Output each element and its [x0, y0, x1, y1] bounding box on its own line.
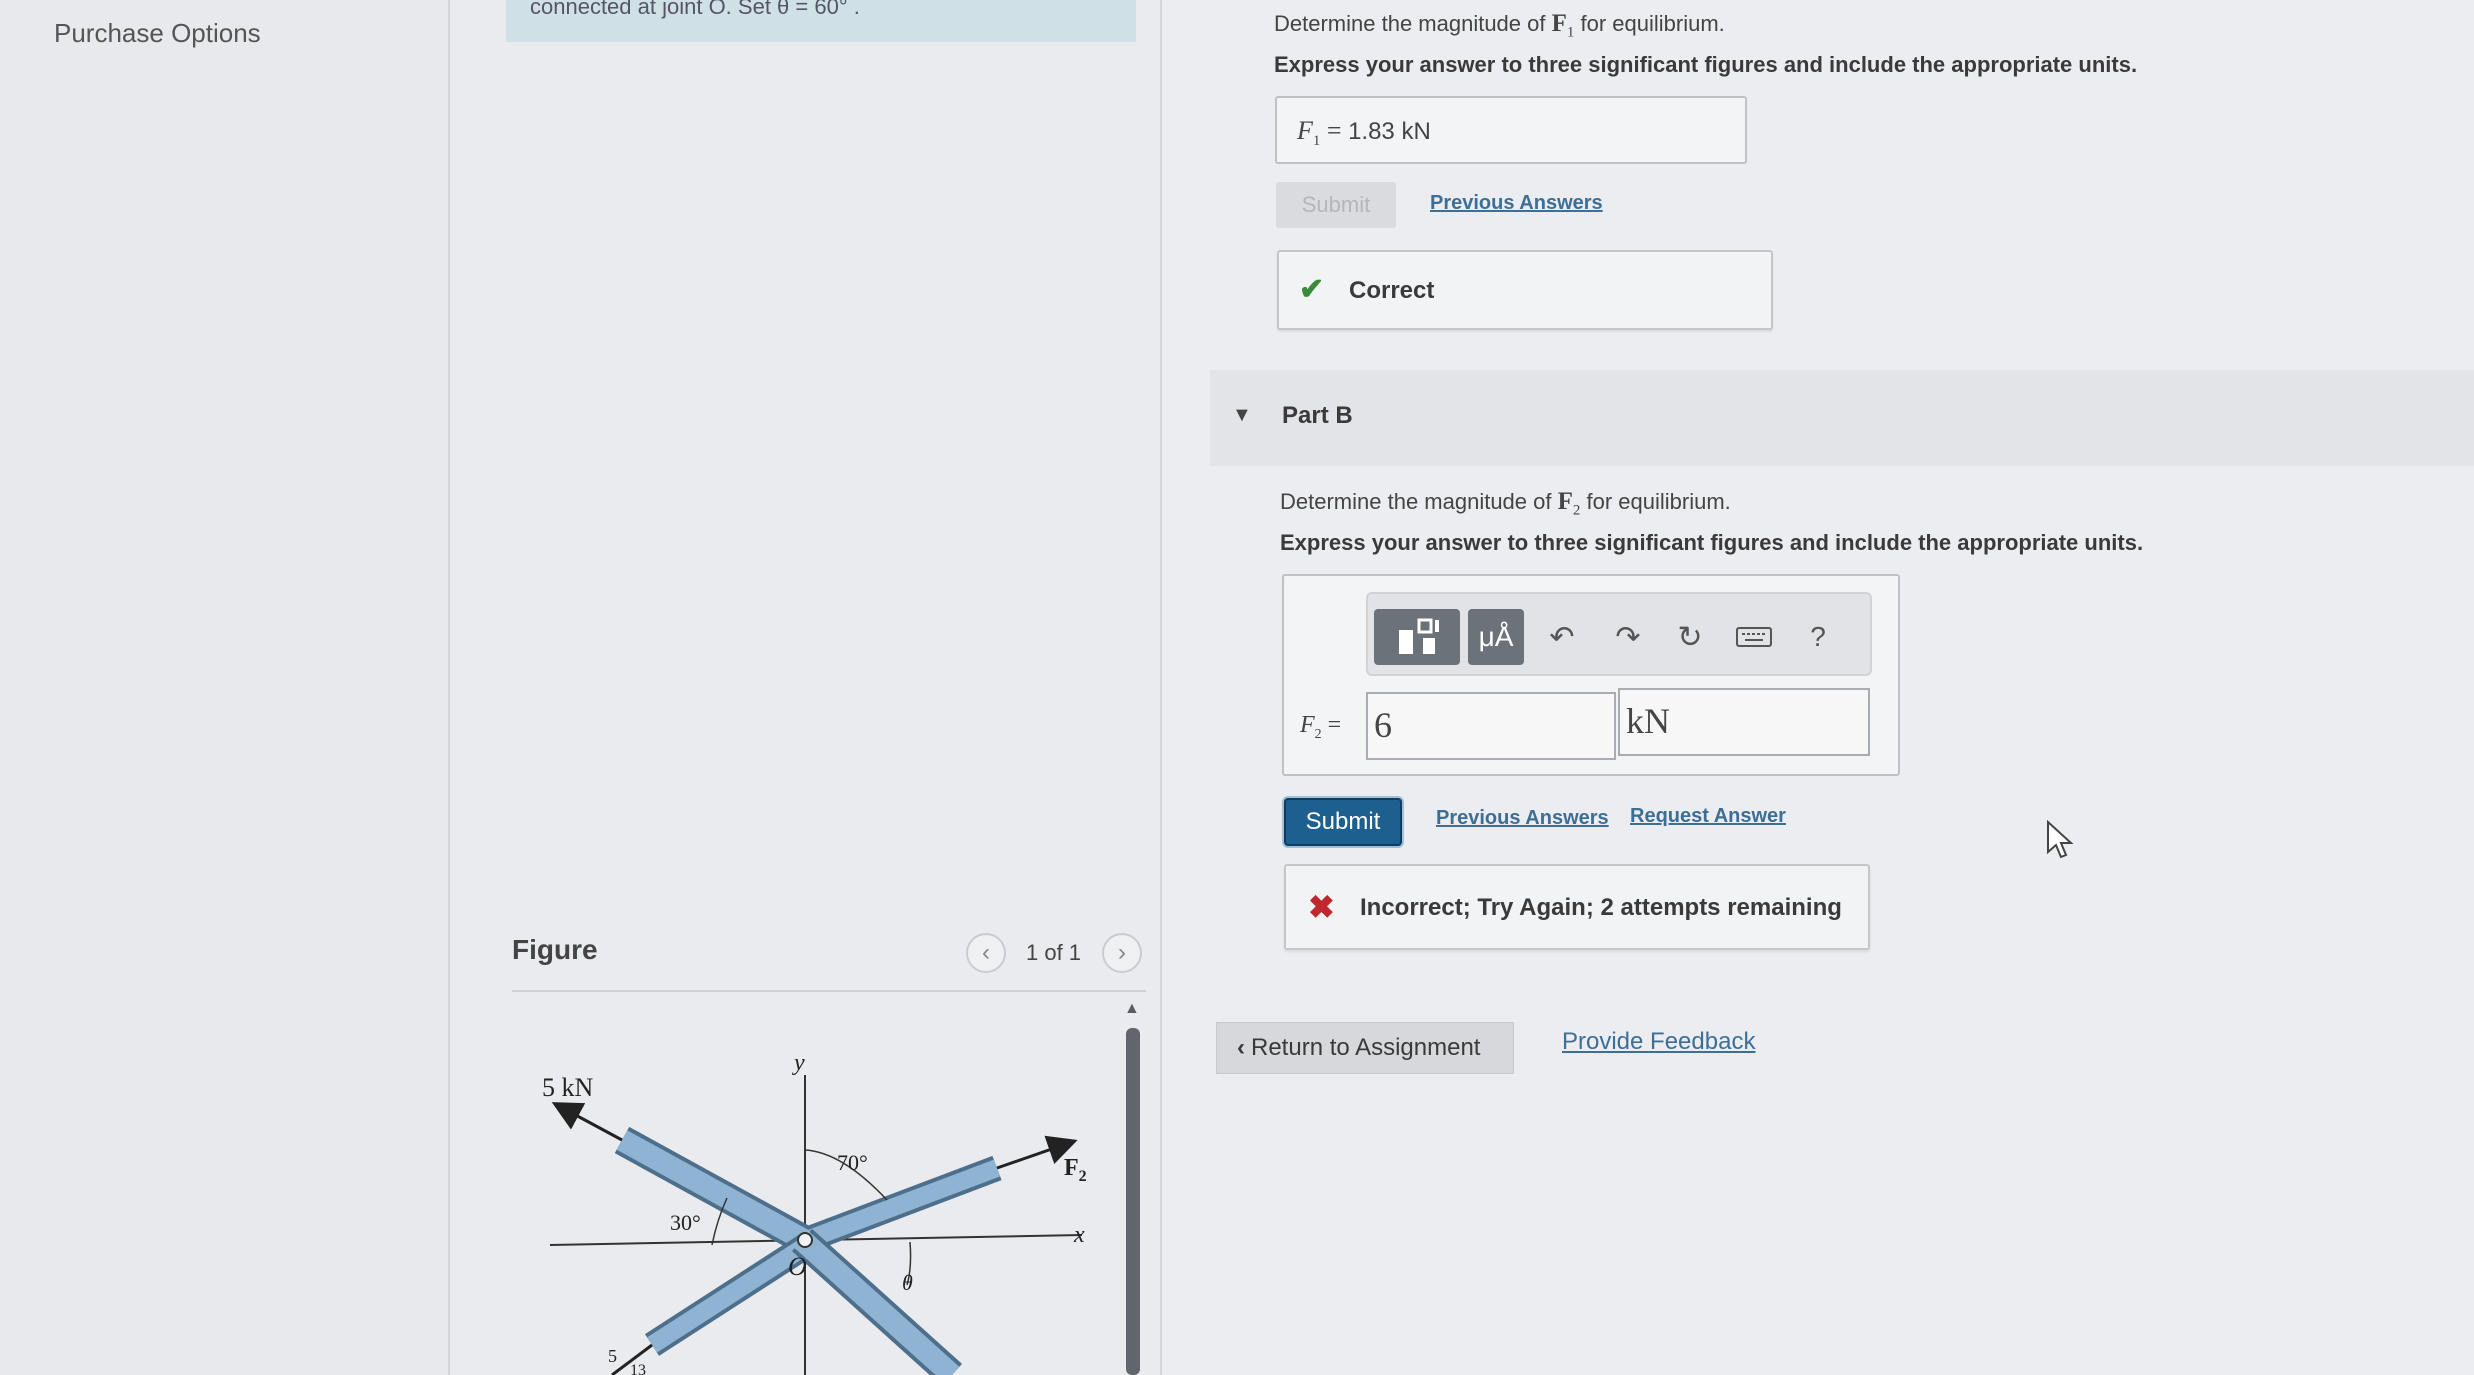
part-b-status-box: ✖ Incorrect; Try Again; 2 attempts remai… — [1284, 864, 1870, 950]
undo-icon[interactable]: ↶ — [1534, 609, 1590, 665]
x-mark-icon: ✖ — [1308, 889, 1335, 925]
truss-figure: 5 kN y x O 70° 30° θ F2 5 13 — [542, 1050, 1087, 1375]
joint-o — [797, 1232, 813, 1248]
mouse-cursor-icon — [2047, 820, 2074, 859]
keyboard-button[interactable] — [1726, 609, 1782, 665]
redo-icon[interactable]: ↷ — [1600, 609, 1656, 665]
chevron-left-icon: ‹ — [982, 939, 990, 966]
label-x-axis: x — [1073, 1222, 1085, 1248]
part-b-status-text: Incorrect; Try Again; 2 attempts remaini… — [1360, 894, 1842, 921]
part-b-title: Part B — [1282, 402, 1353, 429]
figure-pager: 1 of 1 — [1026, 940, 1082, 965]
member-lower-left — [644, 1234, 815, 1356]
part-a-previous-answers-link[interactable]: Previous Answers — [1430, 192, 1603, 215]
part-a-status-text: Correct — [1349, 277, 1435, 304]
return-label: Return to Assignment — [1251, 1034, 1481, 1061]
chevron-right-icon: › — [1118, 939, 1126, 966]
scroll-up-arrow-icon[interactable]: ▲ — [1124, 1000, 1140, 1018]
provide-feedback-link[interactable]: Provide Feedback — [1562, 1028, 1755, 1056]
label-angle-30: 30° — [670, 1210, 701, 1235]
value-input[interactable]: 6 — [1366, 692, 1616, 760]
part-a-status-box: ✔ Correct — [1277, 250, 1773, 330]
left-sidebar — [0, 0, 450, 1375]
part-a-submit-button[interactable]: Submit — [1276, 182, 1396, 228]
part-b-header[interactable] — [1210, 370, 2474, 466]
reset-icon[interactable]: ↻ — [1662, 609, 1718, 665]
part-a-instruction: Express your answer to three significant… — [1274, 52, 2138, 77]
force-f2-arrow — [996, 1135, 1078, 1170]
checkmark-icon: ✔ — [1299, 273, 1325, 306]
problem-statement-text: connected at joint O. Set θ = 60° . — [530, 0, 860, 19]
member-lower-right — [791, 1228, 963, 1375]
part-b-previous-answers-link[interactable]: Previous Answers — [1436, 807, 1609, 830]
label-f2: F2 — [1064, 1155, 1087, 1185]
label-y-axis: y — [792, 1050, 805, 1076]
part-a-answer-box: F1 = 1.83 kN — [1275, 96, 1747, 164]
templates-button[interactable] — [1374, 609, 1460, 665]
label-5kn: 5 kN — [542, 1073, 594, 1102]
label-origin: O — [788, 1252, 807, 1281]
help-button[interactable]: ? — [1790, 609, 1846, 665]
part-b-question: Determine the magnitude of F2 for equili… — [1280, 488, 1731, 519]
figure-scrollbar[interactable] — [1126, 1028, 1140, 1375]
units-input[interactable]: kN — [1618, 688, 1870, 756]
return-to-assignment-button[interactable]: ‹ Return to Assignment — [1216, 1022, 1514, 1074]
chevron-left-icon: ‹ — [1237, 1034, 1245, 1061]
member-upper-right — [807, 1155, 1002, 1251]
label-theta: θ — [902, 1270, 913, 1295]
part-b-submit-button[interactable]: Submit — [1284, 798, 1402, 846]
figure-title: Figure — [512, 934, 598, 965]
figure-divider — [512, 990, 1146, 992]
part-b-answer-label: F2 = — [1300, 712, 1342, 742]
label-slope-5: 5 — [608, 1346, 617, 1366]
purchase-options-link[interactable]: Purchase Options — [54, 18, 261, 49]
keyboard-icon — [1736, 627, 1772, 647]
units-button[interactable]: μÅ — [1468, 609, 1524, 665]
figure-next-button[interactable]: › — [1102, 933, 1142, 973]
figure-prev-button[interactable]: ‹ — [966, 933, 1006, 973]
label-slope-13: 13 — [630, 1362, 646, 1375]
part-b-instruction: Express your answer to three significant… — [1280, 530, 2144, 555]
templates-icon — [1399, 618, 1439, 654]
part-a-question: Determine the magnitude of F1 for equili… — [1274, 10, 1725, 41]
request-answer-link[interactable]: Request Answer — [1630, 805, 1786, 828]
label-angle-70: 70° — [837, 1150, 868, 1175]
force-5kn-arrow — [551, 1102, 623, 1142]
member-upper-left — [614, 1126, 812, 1254]
part-a-answer: F1 = 1.83 kN — [1297, 116, 1431, 150]
triangle-down-icon[interactable]: ▼ — [1232, 404, 1252, 427]
